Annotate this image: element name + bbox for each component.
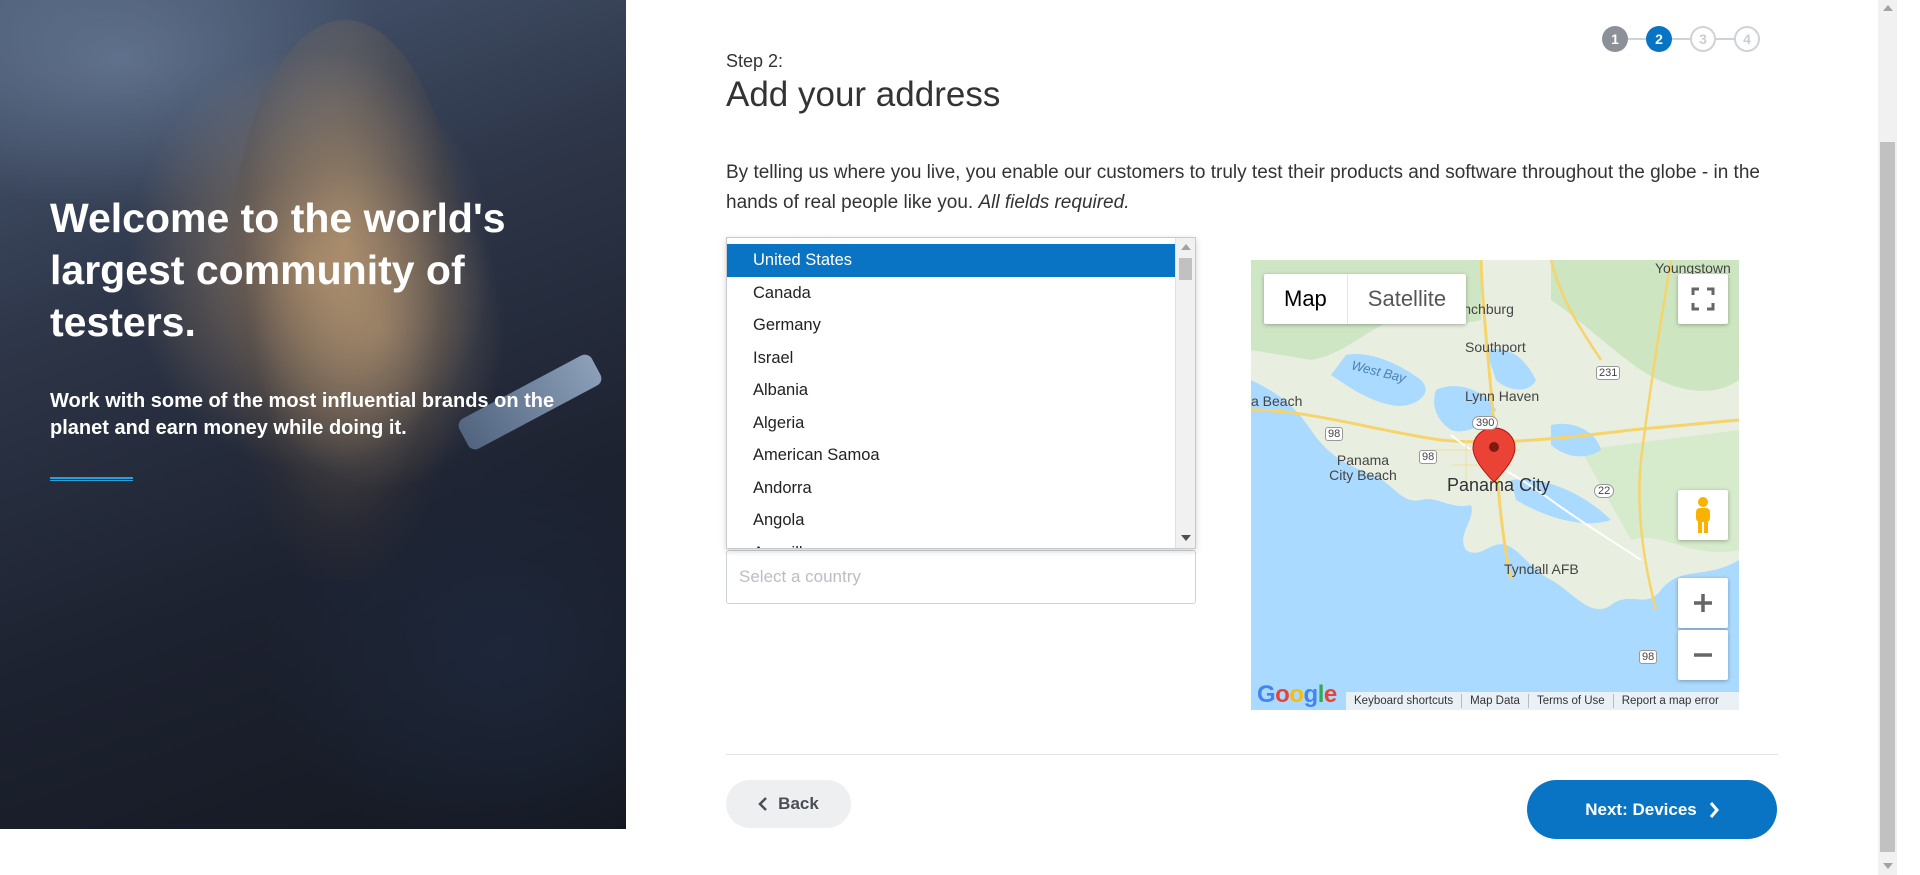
page-title: Add your address (726, 75, 1001, 114)
page-scrollbar[interactable] (1878, 0, 1897, 875)
chevron-right-icon (1709, 801, 1719, 818)
scroll-up-icon[interactable] (1883, 5, 1893, 11)
country-option[interactable]: United States (727, 244, 1175, 277)
keyboard-shortcuts-link[interactable]: Keyboard shortcuts (1346, 694, 1463, 708)
fullscreen-icon (1691, 287, 1715, 311)
terms-of-use-link[interactable]: Terms of Use (1529, 694, 1614, 708)
report-map-error-link[interactable]: Report a map error (1614, 694, 1727, 708)
step-label: Step 2: (726, 51, 784, 71)
map-route-shield: 98 (1325, 427, 1344, 441)
progress-stepper: 1 2 3 4 (1602, 26, 1762, 52)
country-option[interactable]: Canada (727, 277, 1175, 310)
map-label-beach: a Beach (1251, 393, 1303, 409)
step-connector (1670, 38, 1692, 40)
country-input[interactable] (726, 550, 1196, 604)
map-route-shield: 98 (1419, 450, 1438, 464)
scroll-up-icon[interactable] (1181, 244, 1191, 250)
scroll-down-icon[interactable] (1181, 535, 1191, 541)
map-route-shield: 231 (1596, 366, 1621, 380)
country-dropdown-list[interactable]: United States Canada Germany Israel Alba… (726, 237, 1196, 549)
map-type-map-button[interactable]: Map (1264, 274, 1348, 324)
step-3-indicator: 3 (1690, 26, 1716, 52)
back-button-label: Back (778, 794, 819, 813)
step-connector (1714, 38, 1736, 40)
map-route-shield: 390 (1472, 416, 1499, 430)
google-logo[interactable]: Google (1257, 681, 1337, 709)
step-connector (1626, 38, 1648, 40)
back-button[interactable]: Back (726, 780, 851, 828)
country-option[interactable]: Germany (727, 309, 1175, 342)
pegman-icon (1696, 497, 1710, 533)
fullscreen-button[interactable] (1678, 274, 1728, 324)
zoom-out-button[interactable] (1678, 630, 1728, 680)
zoom-in-button[interactable] (1678, 578, 1728, 628)
minus-icon (1694, 653, 1712, 657)
hero-title: Welcome to the world's largest community… (50, 195, 506, 345)
country-option[interactable]: Angola (727, 504, 1175, 537)
country-option[interactable]: American Samoa (727, 439, 1175, 472)
step-4-indicator: 4 (1734, 26, 1760, 52)
country-option[interactable]: Andorra (727, 472, 1175, 505)
dropdown-scroll-thumb[interactable] (1179, 258, 1192, 280)
map-data-link[interactable]: Map Data (1462, 694, 1529, 708)
next-button[interactable]: Next: Devices (1527, 780, 1777, 839)
map-label-southport: Southport (1465, 339, 1526, 355)
map-label-panama-city: Panama City (1447, 475, 1551, 495)
map-label-lynn-haven: Lynn Haven (1465, 388, 1540, 404)
map-type-satellite-button[interactable]: Satellite (1348, 274, 1466, 324)
plus-icon (1694, 594, 1712, 612)
next-button-label: Next: Devices (1585, 799, 1697, 819)
map-type-toggle[interactable]: Map Satellite (1264, 274, 1467, 324)
map-route-shield: 98 (1639, 650, 1658, 664)
country-option[interactable]: Anguilla (727, 537, 1175, 549)
country-option[interactable]: Israel (727, 342, 1175, 375)
dropdown-scrollbar[interactable] (1175, 238, 1195, 548)
hero-accent-rule (50, 477, 133, 481)
intro-required-note: All fields required. (978, 192, 1130, 213)
actions-divider (726, 754, 1778, 755)
map-route-shield: 22 (1594, 484, 1615, 498)
map-label-panama-city-beach: Panama City Beach (1329, 452, 1397, 483)
map-label-tyndall: Tyndall AFB (1504, 561, 1579, 577)
chevron-left-icon (758, 797, 768, 811)
hero-panel: Welcome to the world's largest community… (0, 0, 626, 829)
scroll-down-icon[interactable] (1883, 863, 1893, 869)
page-scroll-thumb[interactable] (1880, 142, 1895, 852)
country-option[interactable]: Algeria (727, 407, 1175, 440)
location-map[interactable]: Youngstown Lynchburg Southport West Bay … (1251, 260, 1739, 710)
intro-text: By telling us where you live, you enable… (726, 158, 1766, 218)
hero-subtitle: Work with some of the most influential b… (50, 390, 555, 439)
street-view-button[interactable] (1678, 490, 1728, 540)
intro-body: By telling us where you live, you enable… (726, 162, 1760, 213)
map-footer: Keyboard shortcuts Map Data Terms of Use… (1346, 692, 1739, 710)
country-option[interactable]: Albania (727, 374, 1175, 407)
step-2-indicator: 2 (1646, 26, 1672, 52)
step-1-indicator: 1 (1602, 26, 1628, 52)
